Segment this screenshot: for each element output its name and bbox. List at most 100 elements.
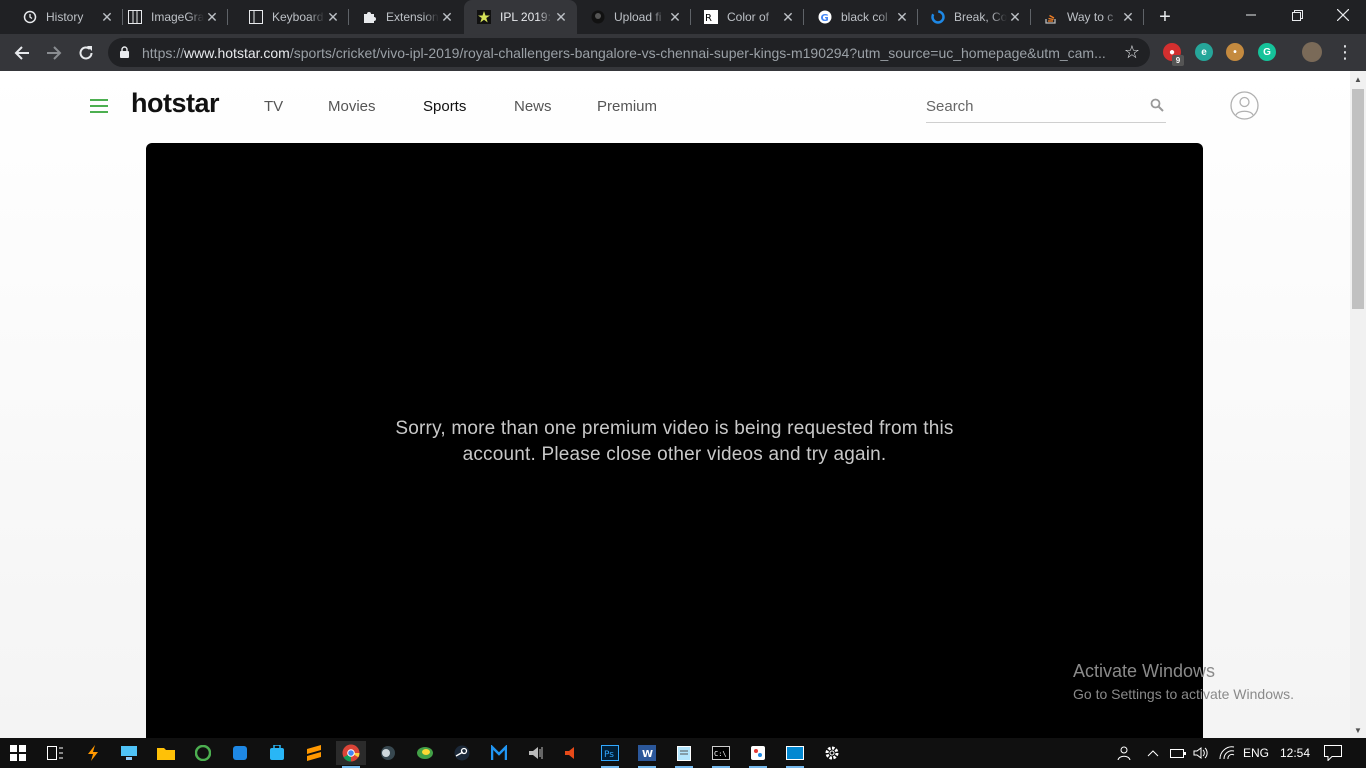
nav-movies[interactable]: Movies bbox=[328, 98, 376, 115]
app-green-circle-icon[interactable] bbox=[188, 741, 218, 765]
close-tab-icon[interactable]: ✕ bbox=[1007, 9, 1023, 25]
browser-tab[interactable]: History ✕ bbox=[10, 0, 123, 34]
speaker-app-icon[interactable] bbox=[557, 741, 587, 765]
grammarly-icon[interactable]: G bbox=[1258, 43, 1276, 61]
nav-tv[interactable]: TV bbox=[264, 98, 283, 115]
close-tab-icon[interactable]: ✕ bbox=[894, 9, 910, 25]
hotstar-logo[interactable]: hotstar bbox=[131, 88, 220, 119]
tab-title: IPL 2019: bbox=[500, 10, 551, 24]
browser-tab[interactable]: Gblack col ✕ bbox=[805, 0, 918, 34]
forward-arrow-icon bbox=[47, 46, 62, 60]
profile-avatar[interactable] bbox=[1302, 42, 1322, 62]
extension-cookie-icon[interactable]: • bbox=[1226, 43, 1244, 61]
forward-button[interactable] bbox=[40, 39, 68, 67]
windows-start-icon[interactable] bbox=[3, 741, 33, 765]
battery-icon[interactable] bbox=[1170, 738, 1186, 768]
hamburger-menu-icon[interactable] bbox=[90, 99, 108, 113]
search-input[interactable] bbox=[926, 98, 1126, 115]
action-center-icon[interactable] bbox=[1324, 738, 1342, 768]
app-sublime-icon[interactable] bbox=[299, 741, 329, 765]
watermark-title: Activate Windows bbox=[1073, 661, 1216, 681]
scroll-up-icon[interactable]: ▲ bbox=[1353, 75, 1363, 84]
tab-title: History bbox=[46, 10, 84, 24]
puzzle-icon bbox=[362, 9, 378, 25]
address-bar[interactable]: https://www.hotstar.com/sports/cricket/v… bbox=[108, 38, 1150, 67]
github-favicon bbox=[590, 9, 606, 25]
show-hidden-icons-chevron-icon[interactable] bbox=[1147, 738, 1159, 768]
wifi-icon[interactable] bbox=[1219, 738, 1235, 768]
notepad-icon[interactable] bbox=[669, 741, 699, 768]
command-prompt-icon[interactable]: C:\ bbox=[706, 741, 736, 768]
steam-icon[interactable] bbox=[447, 741, 477, 765]
app-paint-icon[interactable] bbox=[743, 741, 773, 768]
search-icon[interactable] bbox=[1150, 98, 1164, 112]
svg-text:G: G bbox=[821, 13, 829, 24]
browser-tab[interactable]: Extensions ✕ bbox=[350, 0, 463, 34]
photoshop-icon[interactable]: Ps bbox=[595, 741, 625, 768]
file-explorer-icon[interactable] bbox=[151, 741, 181, 765]
app-blue-icon[interactable] bbox=[225, 741, 255, 765]
close-tab-icon[interactable]: ✕ bbox=[1120, 9, 1136, 25]
google-favicon: G bbox=[817, 9, 833, 25]
nav-news[interactable]: News bbox=[514, 98, 552, 115]
close-tab-icon[interactable]: ✕ bbox=[553, 9, 569, 25]
close-tab-icon[interactable]: ✕ bbox=[204, 9, 220, 25]
chrome-taskbar-icon[interactable] bbox=[336, 741, 366, 768]
user-profile-icon[interactable] bbox=[1230, 91, 1259, 120]
browser-tab[interactable]: IPL 2019: ✕ bbox=[464, 0, 577, 34]
task-view-icon[interactable] bbox=[40, 741, 70, 765]
back-arrow-icon bbox=[14, 46, 29, 60]
minimize-button[interactable] bbox=[1228, 0, 1274, 30]
this-pc-icon[interactable] bbox=[114, 741, 144, 765]
close-tab-icon[interactable]: ✕ bbox=[667, 9, 683, 25]
browser-tab[interactable]: Break, Co ✕ bbox=[918, 0, 1031, 34]
back-button[interactable] bbox=[8, 39, 36, 67]
browser-tab[interactable]: Keyboard ✕ bbox=[236, 0, 349, 34]
video-player[interactable]: Sorry, more than one premium video is be… bbox=[146, 143, 1203, 738]
close-tab-icon[interactable]: ✕ bbox=[439, 9, 455, 25]
browser-toolbar: https://www.hotstar.com/sports/cricket/v… bbox=[0, 34, 1366, 71]
imagegrab-favicon bbox=[127, 9, 143, 25]
close-window-button[interactable] bbox=[1320, 0, 1366, 30]
scroll-down-icon[interactable]: ▼ bbox=[1353, 726, 1363, 735]
volume-icon[interactable] bbox=[1193, 738, 1209, 768]
hotstar-favicon bbox=[476, 9, 492, 25]
tab-title: ImageGrab bbox=[151, 10, 204, 24]
close-tab-icon[interactable]: ✕ bbox=[780, 9, 796, 25]
extension-teal-icon[interactable]: e bbox=[1195, 43, 1213, 61]
keyboard-favicon bbox=[248, 9, 264, 25]
new-tab-button[interactable]: + bbox=[1153, 5, 1177, 29]
close-tab-icon[interactable]: ✕ bbox=[99, 9, 115, 25]
bookmark-star-icon[interactable]: ☆ bbox=[1124, 42, 1140, 63]
page-scrollbar[interactable]: ▲ ▼ bbox=[1350, 71, 1366, 738]
clock[interactable]: 12:54 bbox=[1280, 738, 1310, 768]
browser-tab[interactable]: ImageGrab✕ bbox=[115, 0, 228, 34]
reload-button[interactable] bbox=[72, 39, 100, 67]
browser-tab[interactable]: Upload fi ✕ bbox=[578, 0, 691, 34]
scrollbar-thumb[interactable] bbox=[1352, 89, 1364, 309]
app-dark-circle-icon[interactable] bbox=[373, 741, 403, 765]
error-message: Sorry, more than one premium video is be… bbox=[146, 416, 1203, 468]
nav-premium[interactable]: Premium bbox=[597, 98, 657, 115]
audio-app-icon[interactable] bbox=[521, 741, 551, 765]
close-tab-icon[interactable]: ✕ bbox=[325, 9, 341, 25]
extension-badge: 9 bbox=[1172, 55, 1184, 66]
app-pinned-icon-1[interactable] bbox=[78, 741, 108, 765]
hotstar-page: hotstar TV Movies Sports News Premium So… bbox=[0, 71, 1350, 738]
browser-tab[interactable]: R Color of ✕ bbox=[691, 0, 804, 34]
settings-gear-icon[interactable] bbox=[817, 741, 847, 765]
break-favicon bbox=[930, 9, 946, 25]
tab-title: Upload fi bbox=[614, 10, 662, 24]
people-icon[interactable] bbox=[1116, 738, 1132, 768]
app-colorful-icon[interactable] bbox=[410, 741, 440, 765]
app-window-icon[interactable] bbox=[780, 741, 810, 768]
word-icon[interactable]: W bbox=[632, 741, 662, 768]
nav-sports[interactable]: Sports bbox=[423, 98, 466, 115]
app-store-icon[interactable] bbox=[262, 741, 292, 765]
language-indicator[interactable]: ENG bbox=[1243, 738, 1269, 768]
malwarebytes-icon[interactable] bbox=[484, 741, 514, 765]
browser-tab[interactable]: Way to c ✕ bbox=[1031, 0, 1144, 34]
browser-menu-icon[interactable]: ⋮ bbox=[1336, 42, 1354, 63]
restore-button[interactable] bbox=[1274, 0, 1320, 30]
tab-title: Color of bbox=[727, 10, 770, 24]
